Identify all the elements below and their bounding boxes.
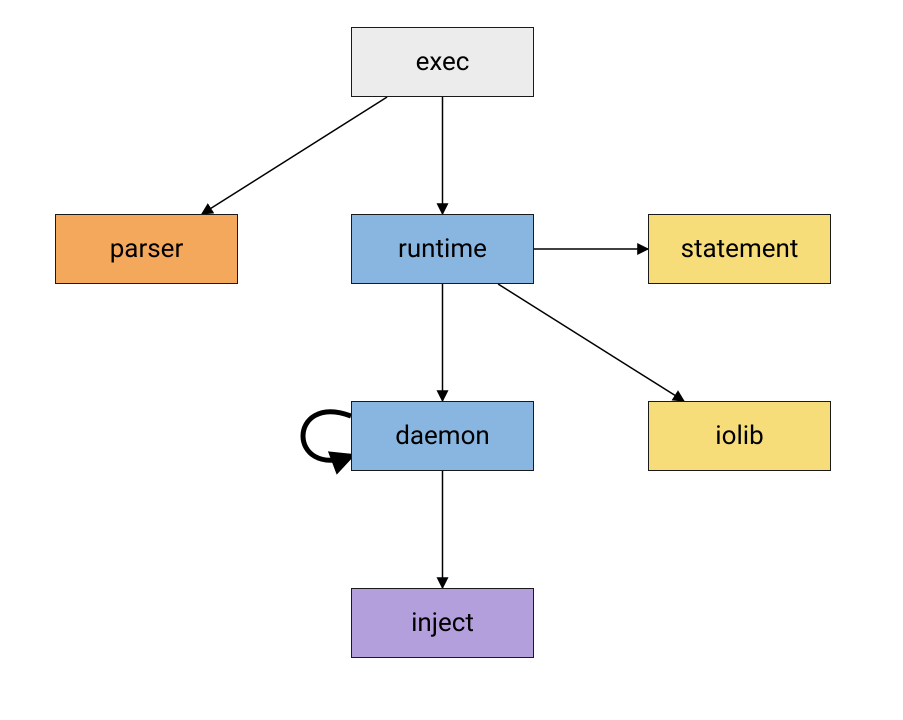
edge-runtime-iolib <box>498 284 684 401</box>
node-label: runtime <box>398 234 487 264</box>
node-daemon: daemon <box>351 401 534 471</box>
node-statement: statement <box>648 214 831 284</box>
node-label: inject <box>411 608 474 638</box>
node-exec: exec <box>351 27 534 97</box>
edge-selfloop-daemon <box>303 412 351 460</box>
node-iolib: iolib <box>648 401 831 471</box>
edge-exec-parser <box>202 97 387 214</box>
node-label: statement <box>681 234 799 264</box>
node-label: parser <box>110 234 184 264</box>
node-runtime: runtime <box>351 214 534 284</box>
node-label: iolib <box>715 421 763 451</box>
node-inject: inject <box>351 588 534 658</box>
node-label: daemon <box>395 421 490 451</box>
node-label: exec <box>416 47 470 77</box>
node-parser: parser <box>55 214 238 284</box>
dependency-diagram: exec parser runtime statement daemon iol… <box>0 0 903 720</box>
